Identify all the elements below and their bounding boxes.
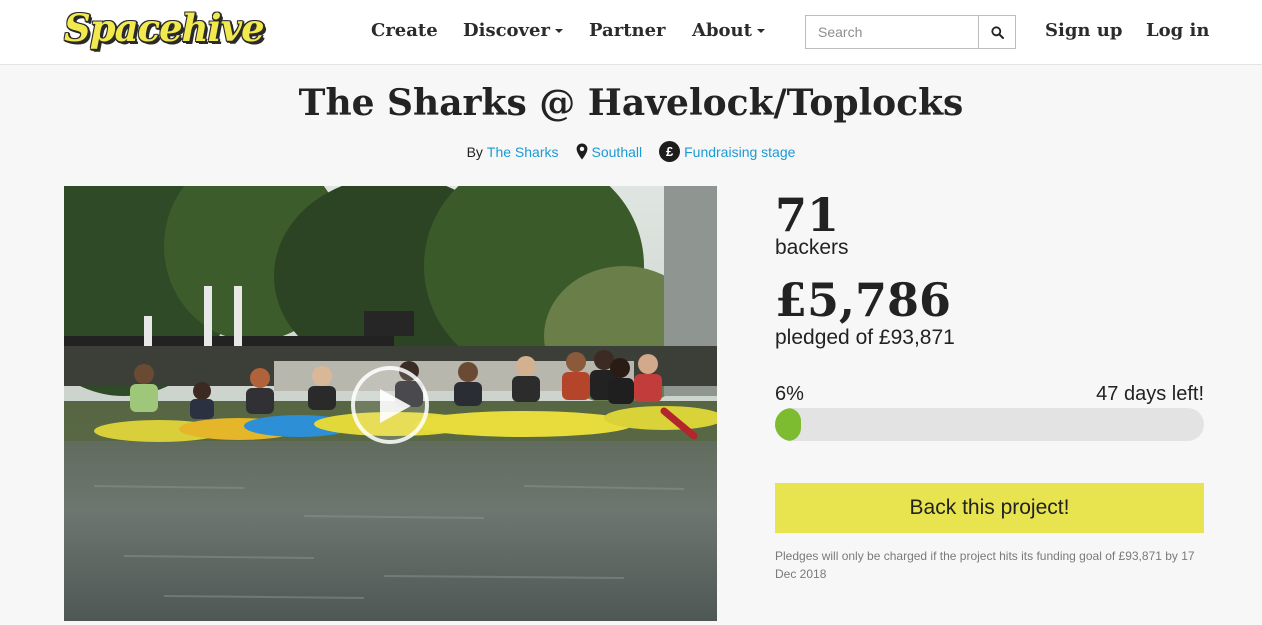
search-input[interactable] [806, 16, 978, 48]
funding-progress-bar [775, 408, 1204, 441]
days-left: 47 days left! [1096, 383, 1204, 405]
backers-count: 71 [775, 188, 840, 242]
play-button[interactable] [351, 366, 429, 444]
sign-up-label: Sign up [1045, 20, 1123, 41]
log-in-link[interactable]: Log in [1146, 20, 1209, 41]
log-in-label: Log in [1146, 20, 1210, 41]
caret-down-icon [554, 29, 563, 33]
spacehive-logo[interactable]: Spacehive [64, 6, 265, 50]
sign-up-link[interactable]: Sign up [1045, 20, 1122, 41]
stage-group: £ Fundraising stage [659, 141, 795, 162]
nav-partner-label: Partner [589, 20, 666, 41]
project-video[interactable] [64, 186, 717, 621]
location-link[interactable]: Southall [592, 144, 643, 160]
search-icon [990, 25, 1004, 39]
nav-discover-label: Discover [463, 20, 550, 41]
site-header: Spacehive Create Discover Partner About … [0, 0, 1262, 65]
pledged-amount: £5,786 [775, 273, 952, 327]
back-project-button[interactable]: Back this project! [775, 483, 1204, 533]
project-title: The Sharks @ Havelock/Toplocks [298, 82, 964, 124]
owner-link[interactable]: The Sharks [487, 144, 559, 160]
nav-partner[interactable]: Partner [589, 20, 666, 41]
nav-about-label: About [692, 20, 752, 41]
nav-about[interactable]: About [692, 20, 765, 41]
by-label: By [466, 143, 483, 160]
backers-label: backers [775, 236, 849, 259]
search-button[interactable] [978, 16, 1015, 48]
pound-icon: £ [659, 141, 681, 162]
pledged-label: pledged of £93,871 [775, 326, 955, 349]
location-group: Southall [576, 143, 643, 160]
nav-create[interactable]: Create [371, 20, 438, 41]
pledge-disclaimer: Pledges will only be charged if the proj… [775, 549, 1195, 581]
stage-link[interactable]: Fundraising stage [684, 144, 795, 160]
funding-progress-fill [775, 408, 801, 441]
play-icon [380, 389, 411, 423]
nav-discover[interactable]: Discover [463, 20, 563, 41]
project-meta: By The Sharks Southall £ Fundraising sta… [0, 141, 1262, 162]
search-box [805, 15, 1016, 49]
nav-create-label: Create [371, 20, 438, 41]
funding-percent: 6% [775, 383, 804, 405]
caret-down-icon [756, 29, 765, 33]
map-pin-icon [576, 143, 587, 160]
